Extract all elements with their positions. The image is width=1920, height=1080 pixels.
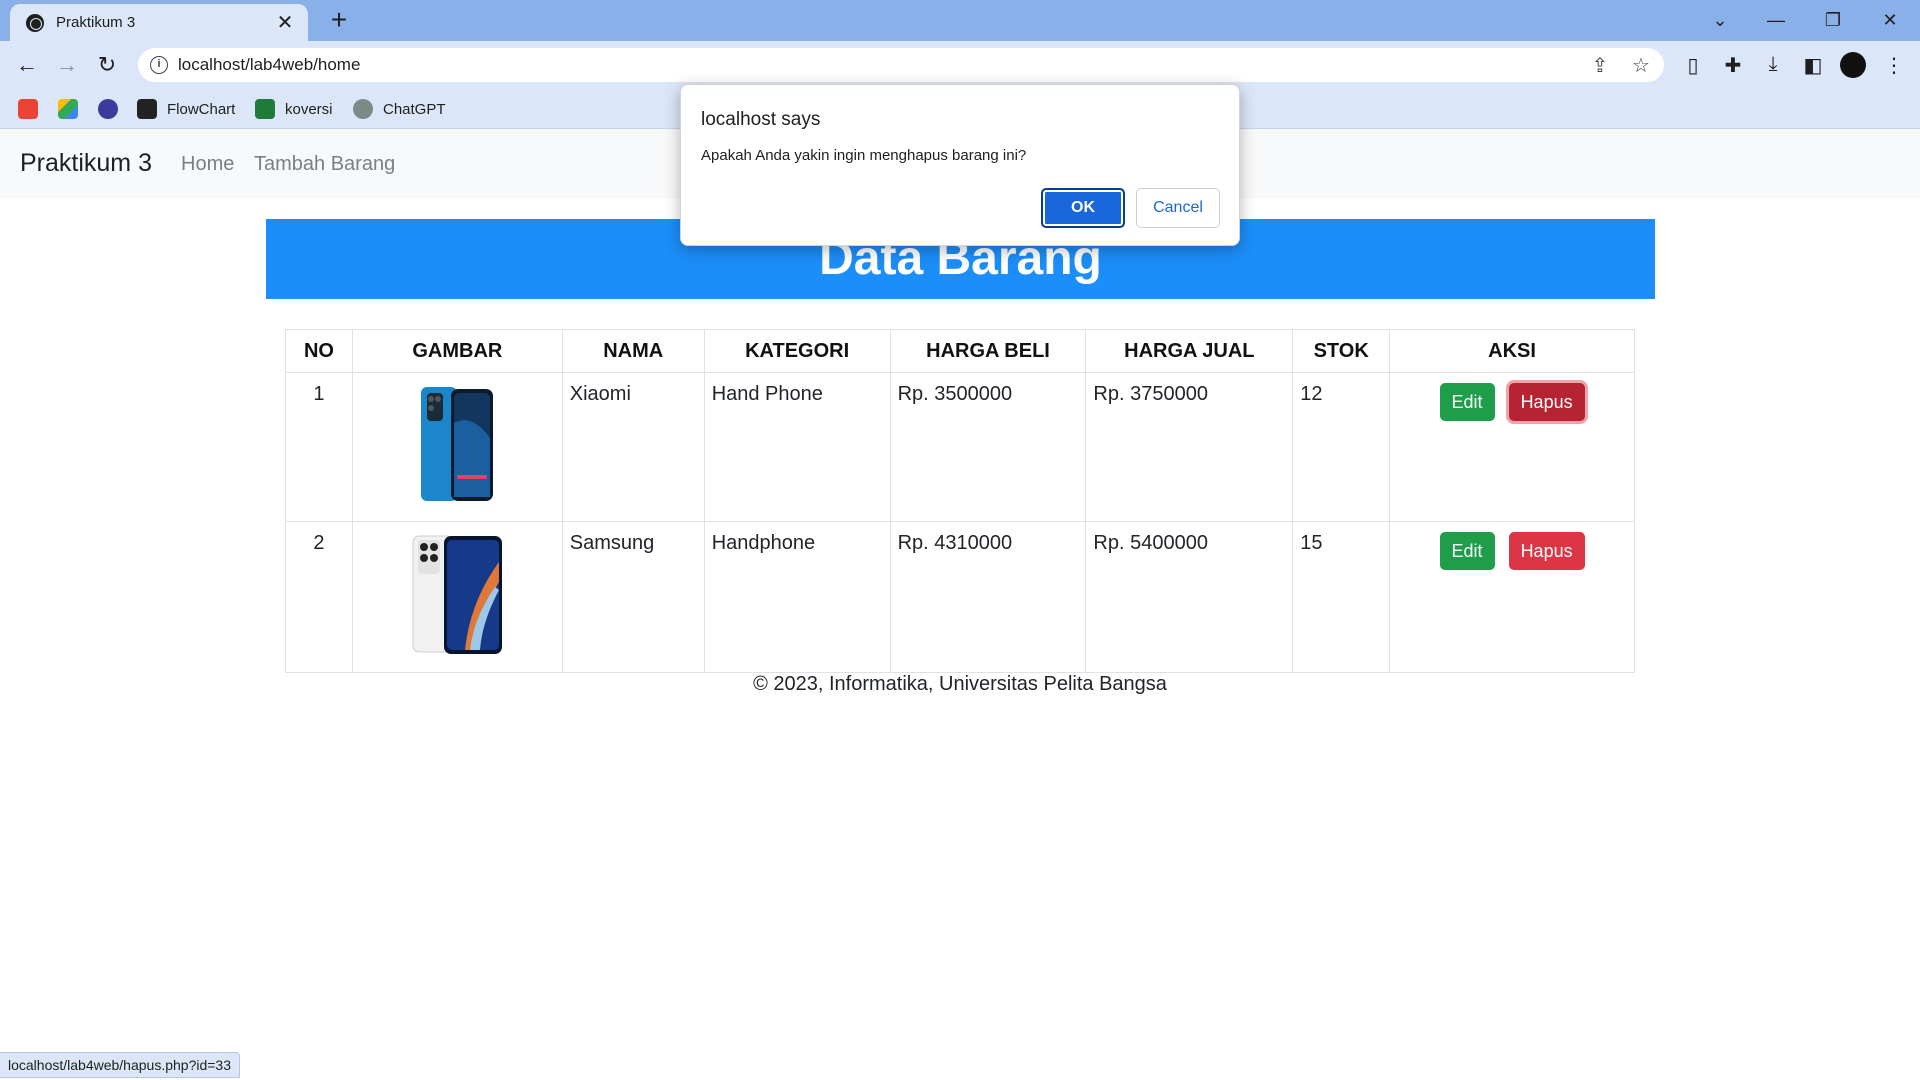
browser-tab-strip: Praktikum 3 ✕ + ⌄ — ❐ ✕ bbox=[0, 0, 1920, 41]
table-row: 1 Xiaomi Hand Phone Rp. 3500000 Rp. 3750… bbox=[285, 372, 1635, 522]
koversi-icon bbox=[255, 99, 275, 119]
cell-nama: Xiaomi bbox=[561, 372, 705, 522]
close-window-button[interactable]: ✕ bbox=[1870, 4, 1910, 36]
column-header: NO bbox=[285, 329, 353, 373]
column-header: STOK bbox=[1292, 329, 1391, 373]
bookmark-label: ChatGPT bbox=[383, 100, 446, 118]
browser-tab[interactable]: Praktikum 3 ✕ bbox=[10, 4, 308, 41]
ok-button[interactable]: OK bbox=[1041, 188, 1125, 228]
bookmark-flowchart[interactable]: FlowChart bbox=[137, 98, 235, 120]
reload-icon[interactable]: ↻ bbox=[91, 49, 123, 81]
bookmark-gmail[interactable] bbox=[18, 98, 48, 120]
nav-link-home[interactable]: Home bbox=[181, 153, 234, 176]
tab-title: Praktikum 3 bbox=[56, 14, 136, 31]
cell-harga-beli: Rp. 4310000 bbox=[889, 521, 1087, 673]
column-header: HARGA BELI bbox=[889, 329, 1087, 373]
column-header: GAMBAR bbox=[351, 329, 563, 373]
confirm-dialog: localhost says Apakah Anda yakin ingin m… bbox=[680, 84, 1240, 246]
hapus-button[interactable]: Hapus bbox=[1508, 532, 1585, 570]
cell-aksi: Edit Hapus bbox=[1389, 372, 1635, 522]
cell-kategori: Handphone bbox=[703, 521, 891, 673]
dialog-message: Apakah Anda yakin ingin menghapus barang… bbox=[701, 147, 1027, 164]
column-header: AKSI bbox=[1389, 329, 1635, 373]
new-tab-button[interactable]: + bbox=[324, 6, 354, 36]
close-tab-icon[interactable]: ✕ bbox=[274, 13, 296, 33]
bookmark-chatgpt[interactable]: ChatGPT bbox=[353, 98, 446, 120]
bookmark-star-icon[interactable]: ☆ bbox=[1629, 53, 1653, 78]
more-menu-icon[interactable]: ⋮ bbox=[1881, 53, 1907, 78]
hapus-button[interactable]: Hapus bbox=[1508, 383, 1585, 421]
app-icon bbox=[98, 99, 118, 119]
link-status-bar: localhost/lab4web/hapus.php?id=33 bbox=[0, 1052, 241, 1078]
dialog-title: localhost says bbox=[701, 109, 821, 130]
download-icon[interactable]: ⤓ bbox=[1760, 53, 1786, 76]
back-arrow-icon[interactable]: ← bbox=[11, 49, 43, 81]
cell-gambar bbox=[351, 372, 563, 522]
flowchart-icon bbox=[137, 99, 157, 119]
forward-arrow-icon[interactable]: → bbox=[51, 49, 83, 81]
extensions-icon[interactable]: ✚ bbox=[1720, 53, 1746, 78]
page-footer: © 2023, Informatika, Universitas Pelita … bbox=[753, 673, 1167, 695]
bookmark-label: FlowChart bbox=[167, 100, 236, 118]
cell-stok: 15 bbox=[1292, 521, 1391, 673]
cell-no: 1 bbox=[285, 372, 353, 522]
bookmark-label: koversi bbox=[285, 100, 333, 118]
column-header: HARGA JUAL bbox=[1085, 329, 1294, 373]
profile-avatar[interactable] bbox=[1840, 52, 1866, 78]
bookmark-koversi[interactable]: koversi bbox=[255, 98, 333, 120]
side-panel-icon[interactable]: ◧ bbox=[1800, 53, 1826, 78]
drive-icon bbox=[58, 99, 78, 119]
bookmark-app[interactable] bbox=[98, 98, 128, 120]
cancel-button[interactable]: Cancel bbox=[1136, 188, 1220, 228]
cell-no: 2 bbox=[285, 521, 353, 673]
column-header: KATEGORI bbox=[703, 329, 891, 373]
cell-nama: Samsung bbox=[561, 521, 705, 673]
chatgpt-icon bbox=[353, 99, 373, 119]
data-table: NO GAMBAR NAMA KATEGORI HARGA BELI HARGA… bbox=[285, 329, 1635, 673]
product-image-samsung bbox=[412, 535, 503, 654]
cell-gambar bbox=[351, 521, 563, 673]
table-row: 2 Samsung Handphone Rp. 4310000 Rp. 5400… bbox=[285, 521, 1635, 673]
table-header-row: NO GAMBAR NAMA KATEGORI HARGA BELI HARGA… bbox=[285, 329, 1635, 373]
cell-harga-jual: Rp. 3750000 bbox=[1085, 372, 1294, 522]
nav-link-tambah-barang[interactable]: Tambah Barang bbox=[254, 153, 395, 176]
minimize-button[interactable]: — bbox=[1756, 4, 1796, 36]
cell-harga-beli: Rp. 3500000 bbox=[889, 372, 1087, 522]
restore-button[interactable]: ❐ bbox=[1813, 4, 1853, 36]
url-text[interactable]: localhost/lab4web/home bbox=[178, 55, 360, 75]
address-bar[interactable]: i localhost/lab4web/home ⇪ ☆ bbox=[138, 48, 1664, 82]
globe-icon bbox=[26, 13, 44, 32]
reading-mode-icon[interactable]: ▯ bbox=[1680, 53, 1706, 78]
tab-search-button[interactable]: ⌄ bbox=[1700, 4, 1740, 36]
column-header: NAMA bbox=[561, 329, 705, 373]
product-image-xiaomi bbox=[421, 387, 494, 501]
cell-harga-jual: Rp. 5400000 bbox=[1085, 521, 1294, 673]
gmail-icon bbox=[18, 99, 38, 119]
cell-aksi: Edit Hapus bbox=[1389, 521, 1635, 673]
navbar-brand[interactable]: Praktikum 3 bbox=[20, 149, 152, 178]
share-icon[interactable]: ⇪ bbox=[1588, 53, 1612, 78]
cell-stok: 12 bbox=[1292, 372, 1391, 522]
edit-button[interactable]: Edit bbox=[1439, 532, 1495, 570]
cell-kategori: Hand Phone bbox=[703, 372, 891, 522]
edit-button[interactable]: Edit bbox=[1439, 383, 1495, 421]
bookmark-drive[interactable] bbox=[58, 98, 88, 120]
browser-toolbar: ← → ↻ i localhost/lab4web/home ⇪ ☆ ▯ ✚ ⤓… bbox=[0, 41, 1920, 89]
site-info-icon[interactable]: i bbox=[150, 56, 168, 74]
